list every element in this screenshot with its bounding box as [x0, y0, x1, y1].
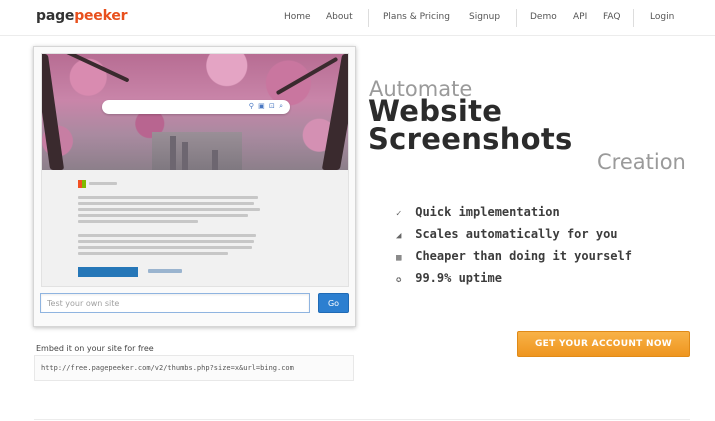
nav-login[interactable]: Login	[650, 12, 674, 22]
tree-branch	[42, 54, 65, 170]
feature-text: Quick implementation	[415, 205, 560, 219]
thumbnail-background-image: ⚲ ▣ ⊡ ⌕	[42, 54, 348, 170]
thumbnail-search-bar: ⚲ ▣ ⊡ ⌕	[102, 100, 290, 114]
nav-plans-pricing[interactable]: Plans & Pricing	[383, 12, 450, 22]
main-nav: Home About Plans & Pricing Signup Demo A…	[0, 9, 715, 27]
tree-branch	[64, 54, 130, 83]
get-account-button[interactable]: GET YOUR ACCOUNT NOW	[517, 331, 690, 357]
feature-item: ▦ Cheaper than doing it yourself	[396, 249, 632, 271]
nav-api[interactable]: API	[573, 12, 587, 22]
feature-item: ✪ 99.9% uptime	[396, 271, 632, 293]
thumbnail-cookie-banner	[42, 170, 348, 286]
thumbnail-text-line	[78, 202, 254, 205]
nav-home[interactable]: Home	[284, 12, 311, 22]
church-tower	[182, 142, 188, 170]
chart-icon: ◢	[396, 231, 402, 241]
grid-icon: ▦	[396, 253, 402, 263]
site-header: pagepeeker Home About Plans & Pricing Si…	[0, 0, 715, 36]
thumbnail-text-line	[78, 240, 254, 243]
screenshot-preview-card: ⚲ ▣ ⊡ ⌕ Go	[33, 46, 356, 327]
feature-text: 99.9% uptime	[415, 271, 502, 285]
nav-signup[interactable]: Signup	[469, 12, 500, 22]
nav-divider	[633, 9, 634, 27]
thumbnail-text-line	[78, 246, 252, 249]
nav-divider	[516, 9, 517, 27]
go-button[interactable]: Go	[318, 293, 349, 313]
thumbnail-text-line	[78, 252, 228, 255]
feature-list: ✓ Quick implementation ◢ Scales automati…	[396, 205, 632, 293]
microsoft-logo-icon	[78, 180, 86, 188]
nav-faq[interactable]: FAQ	[603, 12, 620, 22]
website-thumbnail: ⚲ ▣ ⊡ ⌕	[41, 53, 349, 287]
feature-item: ◢ Scales automatically for you	[396, 227, 632, 249]
thumbnail-reject-link	[148, 269, 182, 273]
feature-item: ✓ Quick implementation	[396, 205, 632, 227]
church-tower	[170, 136, 176, 170]
feature-text: Scales automatically for you	[415, 227, 618, 241]
hero-creation-text: Creation	[597, 150, 686, 174]
footer-divider	[34, 419, 690, 420]
hero-screenshots-text: Screenshots	[368, 122, 573, 156]
thumbnail-search-icons: ⚲ ▣ ⊡ ⌕	[248, 102, 284, 110]
thumbnail-text-line	[78, 214, 248, 217]
embed-code-box[interactable]: http://free.pagepeeker.com/v2/thumbs.php…	[34, 355, 354, 381]
nav-divider	[368, 9, 369, 27]
tree-branch	[275, 56, 339, 96]
gear-icon: ✪	[396, 275, 402, 285]
thumbnail-text-line	[89, 182, 117, 185]
thumbnail-text-line	[78, 220, 198, 223]
thumbnail-text-line	[78, 208, 260, 211]
nav-demo[interactable]: Demo	[530, 12, 557, 22]
thumbnail-text-line	[78, 196, 258, 199]
church-tower	[212, 150, 218, 170]
embed-label: Embed it on your site for free	[36, 344, 154, 353]
tree-branch	[321, 54, 348, 170]
city-skyline	[152, 132, 242, 170]
thumbnail-text-line	[78, 234, 256, 237]
thumbnail-accept-button	[78, 267, 138, 277]
pencil-icon: ✓	[396, 209, 402, 219]
feature-text: Cheaper than doing it yourself	[415, 249, 632, 263]
nav-about[interactable]: About	[326, 12, 353, 22]
test-site-url-input[interactable]	[40, 293, 310, 313]
